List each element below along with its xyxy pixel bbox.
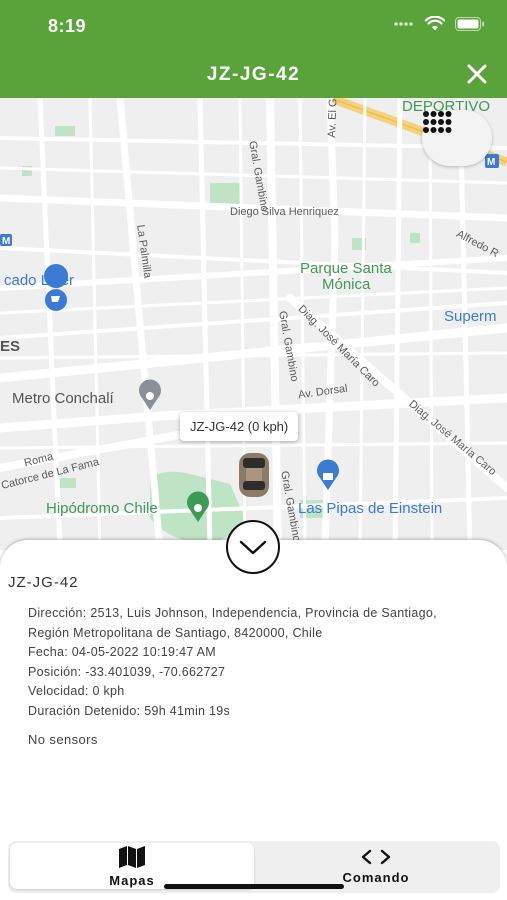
detail-value: 0 kph [92,684,125,698]
close-button[interactable] [465,62,489,86]
chevron-down-icon [239,540,267,555]
vehicle-marker [239,453,269,497]
status-time: 8:19 [48,16,87,36]
detail-label: Velocidad: [28,684,89,698]
detail-value: 2513, Luis Johnson, Independencia, Provi… [28,606,437,640]
map-label-metro-conchali: Metro Conchalí [12,390,114,407]
map-label-diego-silva: Diego Silva Henriquez [230,206,339,218]
detail-label: Posición: [28,664,82,679]
layers-menu-button[interactable] [422,110,492,166]
detail-label: Dirección: [28,606,87,620]
detail-value: -33.401039, -70.662727 [85,664,226,679]
nav-bar: JZ-JG-42 [0,52,507,98]
map-label-superm: Superm [444,308,497,325]
code-icon [361,849,391,864]
tab-label: Comando [342,869,410,885]
detail-row-address: Dirección: 2513, Luis Johnson, Independe… [28,604,468,643]
svg-text:M: M [2,236,10,247]
tab-comando[interactable]: Comando [254,843,498,889]
collapse-sheet-button[interactable] [226,520,280,574]
status-icons [393,16,485,32]
detail-row-speed: Velocidad: 0 kph [28,682,468,702]
battery-icon [455,17,484,31]
close-icon [467,64,487,84]
map-view[interactable]: M M DEPORTIVO Gral. Gambino Av. El Guana… [0,98,507,550]
detail-value: 59h 41min 19s [144,703,231,718]
wifi-icon [425,16,445,31]
map-icon [119,845,145,868]
map-label-es: ES [0,338,21,355]
vehicle-tooltip[interactable]: JZ-JG-42 (0 kph) [180,412,299,441]
grid-icon [423,111,452,133]
detail-label: Duración Detenido: [28,703,141,718]
detail-row-date: Fecha: 04-05-2022 10:19:47 AM [28,643,468,663]
svg-text:M: M [487,157,495,168]
map-label-parque-santa: Parque Santa [300,260,392,277]
detail-value: 04-05-2022 10:19:47 AM [71,645,217,659]
tab-label: Mapas [109,872,155,888]
signal-icon [394,22,413,26]
vehicle-details: Dirección: 2513, Luis Johnson, Independe… [28,604,468,721]
map-label-monica: Mónica [322,276,371,293]
detail-label: Fecha: [28,645,69,659]
status-bar: 8:19 [0,0,507,52]
detail-row-stopped-duration: Duración Detenido: 59h 41min 19s [28,702,468,722]
detail-row-position: Posición: -33.401039, -70.662727 [28,663,468,683]
map-label-hipodromo-chile: Hipódromo Chile [46,500,158,517]
tab-mapas[interactable]: Mapas [10,843,254,889]
map-label-mercado-lider: cado Lider [4,272,75,289]
home-indicator [164,884,344,889]
vehicle-name: JZ-JG-42 [8,574,79,591]
page-title: JZ-JG-42 [206,64,301,85]
map-label-las-pipas: Las Pipas de Einstein [298,500,443,517]
sensors-text: No sensors [28,732,98,747]
